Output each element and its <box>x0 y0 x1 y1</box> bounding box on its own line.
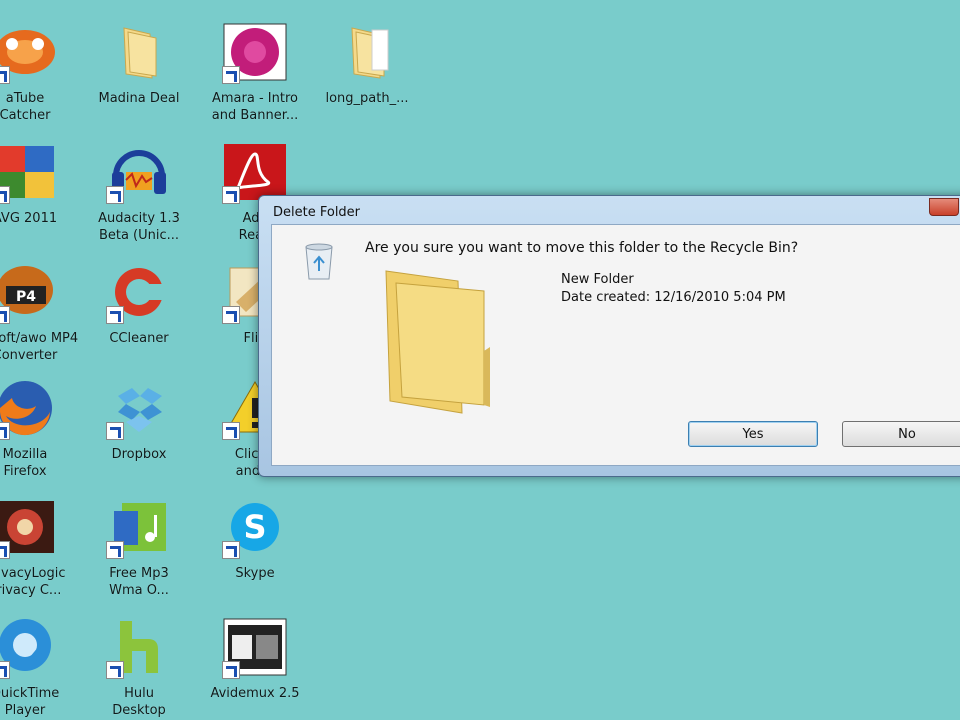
shortcut-arrow-icon <box>106 422 124 440</box>
close-icon[interactable] <box>929 198 959 216</box>
shortcut-arrow-icon <box>222 422 240 440</box>
avg-icon <box>0 142 58 204</box>
desktop-icon-label: Skype <box>235 566 275 581</box>
desktop-icon-ccleaner[interactable]: CCleaner <box>84 262 194 347</box>
shortcut-arrow-icon <box>222 66 240 84</box>
desktop-icon-label: Dropbox <box>111 447 167 462</box>
desktop-icon-label: Hulu Desktop <box>112 686 166 718</box>
desktop-icon-label: AVG 2011 <box>0 211 58 226</box>
desktop-icon-amara[interactable]: Amara - Intro and Banner... <box>200 22 310 124</box>
folder-name: New Folder <box>561 272 634 287</box>
desktop-icon-label: QuickTimePlayer <box>0 686 60 718</box>
mp4-icon: P4 <box>0 262 58 324</box>
shortcut-arrow-icon <box>106 306 124 324</box>
shortcut-arrow-icon <box>222 186 240 204</box>
shortcut-arrow-icon <box>0 661 10 679</box>
no-button[interactable]: No <box>842 421 960 447</box>
shortcut-arrow-icon <box>0 541 10 559</box>
desktop-icon-firefox[interactable]: Mozilla Firefox <box>0 378 80 480</box>
privacy-icon <box>0 497 58 559</box>
atube-icon <box>0 22 58 84</box>
desktop-icon-free-mp3[interactable]: Free Mp3 Wma O... <box>84 497 194 599</box>
desktop-icon-label: long_path_... <box>325 91 409 106</box>
shortcut-arrow-icon <box>0 422 10 440</box>
desktop-icon-atube[interactable]: aTube Catcher <box>0 22 80 124</box>
desktop-icon-label: Xilisoft/awo MP4Converter <box>0 331 79 363</box>
folder-icon <box>334 22 400 84</box>
dialog-title: Delete Folder <box>273 205 361 220</box>
mp3-icon <box>106 497 172 559</box>
ccleaner-icon <box>106 262 172 324</box>
audacity-icon <box>106 142 172 204</box>
desktop-icon-avg[interactable]: AVG 2011 <box>0 142 80 227</box>
desktop-icon-audacity[interactable]: Audacity 1.3 Beta (Unic... <box>84 142 194 244</box>
recycle-bin-icon <box>300 239 338 281</box>
desktop: aTubeCatcher AVG 2011 P4 Xilis <box>0 0 960 720</box>
desktop-icon-label: Audacity 1.3 Beta (Unic... <box>98 211 180 243</box>
shortcut-arrow-icon <box>106 541 124 559</box>
shortcut-arrow-icon <box>0 186 10 204</box>
shortcut-arrow-icon <box>222 661 240 679</box>
desktop-icon-label: Madina Deal <box>98 91 180 106</box>
desktop-icon-madina-deal[interactable]: Madina Deal <box>84 22 194 107</box>
desktop-icon-mp4-converter[interactable]: P4 Xilisoft/awo MP4Converter <box>0 262 80 364</box>
dialog-titlebar[interactable]: Delete Folder <box>259 196 960 226</box>
dropbox-icon <box>106 378 172 440</box>
desktop-icon-dropbox[interactable]: Dropbox <box>84 378 194 463</box>
yes-button[interactable]: Yes <box>688 421 818 447</box>
desktop-icon-hulu[interactable]: Hulu Desktop <box>84 617 194 719</box>
desktop-icon-label: CCleaner <box>109 331 169 346</box>
desktop-icon-label: Avidemux 2.5 <box>210 686 300 701</box>
delete-folder-dialog: Delete Folder Are you sure you want to m… <box>258 195 960 477</box>
large-folder-icon <box>372 267 532 417</box>
shortcut-arrow-icon <box>0 66 10 84</box>
desktop-icon-quicktime[interactable]: QuickTimePlayer <box>0 617 80 719</box>
amara-icon <box>222 22 288 84</box>
desktop-icon-label: Amara - Intro and Banner... <box>211 91 299 123</box>
quicktime-icon <box>0 617 58 679</box>
shortcut-arrow-icon <box>222 306 240 324</box>
desktop-icon-avidemux[interactable]: Avidemux 2.5 <box>200 617 310 702</box>
folder-date-created: Date created: 12/16/2010 5:04 PM <box>561 290 786 305</box>
desktop-icon-label: Mozilla Firefox <box>2 447 48 479</box>
desktop-icon-skype[interactable]: S Skype <box>200 497 310 582</box>
shortcut-arrow-icon <box>106 186 124 204</box>
shortcut-arrow-icon <box>106 661 124 679</box>
svg-text:P4: P4 <box>16 289 36 305</box>
shortcut-arrow-icon <box>222 541 240 559</box>
svg-text:S: S <box>243 508 266 546</box>
shortcut-arrow-icon <box>0 306 10 324</box>
dialog-body: Are you sure you want to move this folde… <box>271 224 960 466</box>
desktop-icon-privacy[interactable]: PrivacyLogicPrivacy C... <box>0 497 80 599</box>
avidemux-icon <box>222 617 288 679</box>
hulu-icon <box>106 617 172 679</box>
desktop-icon-label: Free Mp3 Wma O... <box>109 566 169 598</box>
folder-icon <box>106 22 172 84</box>
firefox-icon <box>0 378 58 440</box>
dialog-question: Are you sure you want to move this folde… <box>365 240 799 256</box>
desktop-icon-long-path[interactable]: long_path_... <box>312 22 422 107</box>
desktop-icon-label: aTube Catcher <box>0 91 51 123</box>
desktop-icon-label: PrivacyLogicPrivacy C... <box>0 566 66 598</box>
skype-icon: S <box>222 497 288 559</box>
